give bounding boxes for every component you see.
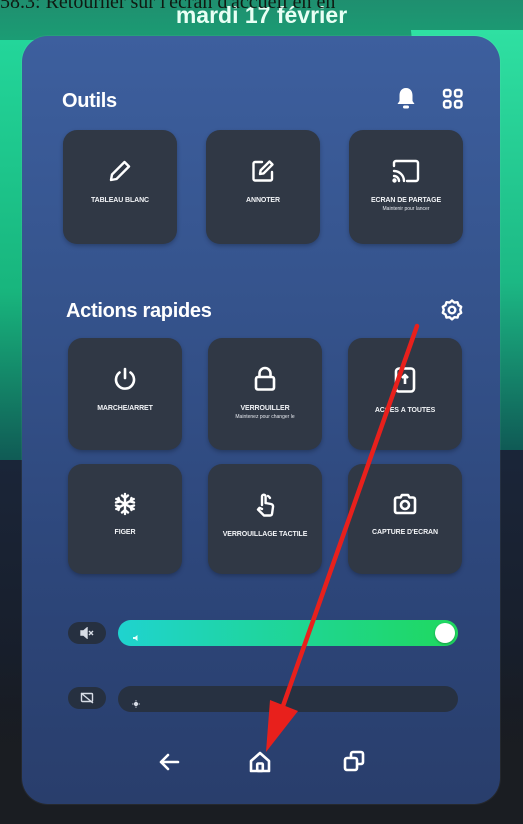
control-panel: Outils TABLEAU BLANC ANNOTER ÉCRAN DE PA… [22,36,500,804]
volume-small-icon [132,629,140,647]
home-icon[interactable] [248,750,272,779]
tile-screenshot[interactable]: CAPTURE D'ÉCRAN [348,464,462,574]
volume-slider[interactable] [118,620,458,646]
gear-icon[interactable] [440,298,464,327]
power-icon [114,367,136,390]
tile-label: ANNOTER [246,197,280,204]
screen-off-icon [80,692,94,704]
tile-whiteboard[interactable]: TABLEAU BLANC [63,130,177,244]
brightness-icon [132,695,140,713]
tile-label: TABLEAU BLANC [90,197,150,204]
recents-icon[interactable] [343,750,365,777]
tile-sublabel: Maintenez pour changer le [235,414,295,420]
volume-thumb[interactable] [435,623,455,643]
back-arrow-icon[interactable] [158,752,180,777]
tile-touch-lock[interactable]: VERROUILLAGE TACTILE [208,464,322,574]
volume-fill [118,620,458,646]
snowflake-icon [114,492,136,516]
pencil-icon [109,160,131,182]
screen-off-button[interactable] [68,687,106,709]
tile-screen-share[interactable]: ÉCRAN DE PARTAGE Maintenir pour lancer [349,130,463,244]
tile-label: CAPTURE D'ÉCRAN [372,529,438,536]
tile-label: VERROUILLER [240,405,290,412]
camera-icon [393,493,417,515]
tile-label: VERROUILLAGE TACTILE [222,531,308,538]
cast-icon [392,159,420,183]
tile-freeze[interactable]: FIGER [68,464,182,574]
tile-lock[interactable]: VERROUILLER Maintenez pour changer le [208,338,322,450]
tile-label: ÉCRAN DE PARTAGE [370,197,442,204]
quick-actions-title: Actions rapides [66,300,212,322]
tile-label: ACCÈS À TOUTES [374,407,436,414]
tile-label: MARCHE/ARRÊT [97,405,153,412]
tile-power[interactable]: MARCHE/ARRÊT [68,338,182,450]
tools-title: Outils [62,90,117,112]
phone-link-icon [394,367,416,393]
tile-access-all[interactable]: ACCÈS À TOUTES [348,338,462,450]
volume-mute-icon [80,627,94,639]
lock-icon [254,366,276,391]
bell-icon[interactable] [396,86,416,115]
caption-text: 58.3: Retourner sur l'écran d'accueil en… [0,0,336,13]
apps-grid-icon[interactable] [442,88,464,115]
brightness-slider[interactable] [118,686,458,712]
touch-icon [256,493,275,517]
tile-sublabel: Maintenir pour lancer [382,206,430,212]
edit-note-icon [252,160,274,182]
mute-button[interactable] [68,622,106,644]
tile-label: FIGER [114,529,136,536]
tile-annotate[interactable]: ANNOTER [206,130,320,244]
